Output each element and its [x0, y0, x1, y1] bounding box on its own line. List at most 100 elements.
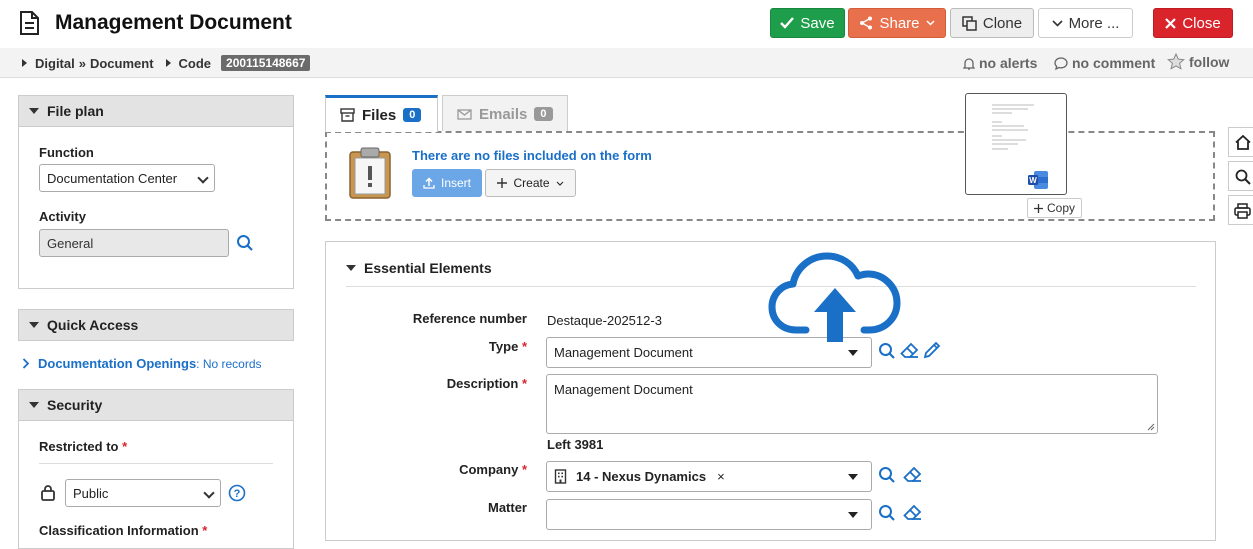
page-title: Management Document — [55, 11, 292, 34]
description-label: Description * — [327, 376, 527, 391]
emails-count-badge: 0 — [534, 107, 553, 121]
save-button[interactable]: Save — [770, 8, 845, 38]
page-header: Management Document Save Share Clone Mor… — [0, 0, 1253, 48]
activity-label: Activity — [39, 209, 86, 224]
cloud-upload-icon[interactable] — [768, 252, 902, 346]
code-badge: 200115148667 — [221, 55, 311, 71]
resize-handle-icon[interactable] — [1147, 423, 1155, 431]
home-side-button[interactable] — [1228, 127, 1253, 157]
company-remove-button[interactable]: × — [717, 469, 725, 484]
comment-label: no comment — [1072, 55, 1156, 71]
breadcrumb-item-document[interactable]: Document — [90, 56, 154, 71]
svg-text:W: W — [1029, 176, 1037, 185]
chevron-down-icon — [197, 172, 209, 184]
security-panel: Security Restricted to * Public ? Classi… — [18, 389, 294, 549]
copy-button[interactable]: Copy — [1027, 198, 1082, 218]
activity-field[interactable]: General — [39, 229, 229, 257]
required-marker: * — [521, 339, 527, 354]
tab-emails[interactable]: Emails 0 — [442, 95, 568, 132]
documentation-openings-link[interactable]: Documentation Openings — [38, 356, 196, 371]
help-icon[interactable]: ? — [228, 484, 246, 502]
clone-button[interactable]: Clone — [950, 8, 1034, 38]
insert-label: Insert — [440, 176, 471, 190]
star-icon — [1167, 53, 1185, 70]
alerts-link[interactable]: no alerts — [963, 55, 1037, 71]
breadcrumb-item-digital[interactable]: Digital — [35, 56, 75, 71]
file-plan-panel: File plan Function Documentation Center … — [18, 95, 294, 289]
breadcrumb-bar: Digital » Document Code 200115148667 no … — [0, 48, 1253, 78]
characters-left: Left 3981 — [547, 437, 604, 452]
required-marker: * — [521, 376, 527, 391]
create-label: Create — [513, 176, 550, 190]
description-label-text: Description — [446, 376, 519, 391]
documentation-openings-item[interactable]: Documentation Openings: No records — [22, 356, 262, 371]
share-label: Share — [879, 14, 920, 32]
insert-button[interactable]: Insert — [412, 169, 482, 197]
caret-down-icon — [848, 474, 858, 480]
chevron-down-icon — [556, 181, 563, 186]
eraser-icon[interactable] — [903, 466, 922, 483]
pencil-icon[interactable] — [923, 341, 941, 359]
eraser-icon[interactable] — [903, 504, 922, 521]
home-icon — [1235, 135, 1251, 150]
function-select[interactable]: Documentation Center — [39, 164, 215, 192]
search-icon[interactable] — [236, 234, 254, 252]
required-marker: * — [521, 462, 527, 477]
chevron-down-icon — [1051, 19, 1063, 27]
type-label-text: Type — [488, 339, 519, 354]
restricted-to-select[interactable]: Public — [65, 479, 221, 507]
search-icon[interactable] — [878, 504, 896, 522]
quick-access-header[interactable]: Quick Access — [19, 310, 293, 341]
more-label: More ... — [1068, 14, 1120, 32]
tab-emails-label: Emails — [479, 105, 528, 123]
more-button[interactable]: More ... — [1038, 8, 1133, 38]
document-thumbnail[interactable]: W — [965, 93, 1067, 195]
company-select[interactable]: 14 - Nexus Dynamics × — [546, 461, 872, 492]
follow-link[interactable]: follow — [1167, 53, 1229, 70]
clone-icon — [962, 15, 977, 31]
file-plan-header[interactable]: File plan — [19, 96, 293, 127]
caret-down-icon — [848, 512, 858, 518]
breadcrumb-separator: » — [78, 55, 86, 71]
word-file-icon: W — [1028, 171, 1048, 189]
share-icon — [860, 16, 873, 30]
divider — [39, 463, 273, 464]
reference-number-label: Reference number — [412, 311, 527, 326]
essential-elements-header[interactable]: Essential Elements — [346, 260, 492, 276]
building-icon — [554, 469, 567, 484]
files-count-badge: 0 — [403, 108, 422, 122]
search-icon[interactable] — [878, 466, 896, 484]
matter-select[interactable] — [546, 499, 872, 530]
search-side-button[interactable] — [1228, 161, 1253, 191]
close-button[interactable]: Close — [1153, 8, 1233, 38]
company-label-text: Company — [459, 462, 519, 477]
security-header[interactable]: Security — [19, 390, 293, 421]
essential-elements-title: Essential Elements — [364, 260, 492, 276]
create-button[interactable]: Create — [485, 169, 576, 197]
eraser-icon[interactable] — [900, 342, 919, 359]
company-value: 14 - Nexus Dynamics — [576, 469, 707, 484]
close-icon — [1165, 17, 1177, 29]
security-title: Security — [47, 397, 103, 413]
caret-down-icon — [848, 350, 858, 356]
document-preview-image — [992, 104, 1034, 150]
alerts-label: no alerts — [979, 55, 1038, 71]
upload-icon — [423, 177, 435, 189]
comment-icon — [1054, 56, 1068, 70]
restricted-to-label: Restricted to * — [39, 439, 127, 454]
comment-link[interactable]: no comment — [1054, 55, 1155, 71]
print-icon — [1234, 203, 1251, 219]
required-marker: * — [202, 523, 208, 538]
classification-text: Classification Information — [39, 523, 199, 538]
caret-down-icon — [29, 108, 39, 114]
activity-value: General — [47, 235, 94, 251]
required-marker: * — [122, 439, 128, 454]
description-textarea[interactable]: Management Document — [546, 374, 1158, 434]
tab-files-label: Files — [362, 106, 397, 124]
share-button[interactable]: Share — [848, 8, 946, 38]
breadcrumb: Digital » Document Code 200115148667 — [22, 55, 311, 71]
tab-files[interactable]: Files 0 — [325, 95, 438, 132]
print-side-button[interactable] — [1228, 195, 1253, 225]
bell-icon — [963, 57, 975, 70]
caret-down-icon — [346, 265, 356, 271]
